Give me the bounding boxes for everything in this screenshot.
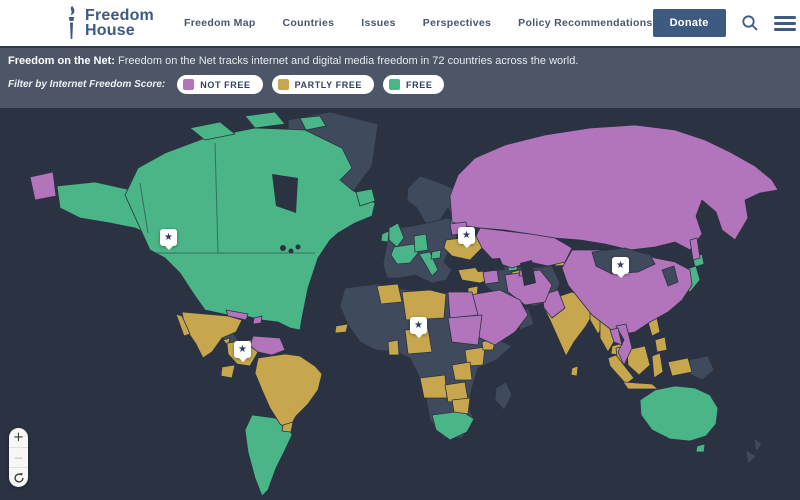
main-nav: Freedom Map Countries Issues Perspective… bbox=[184, 17, 653, 29]
world-map-container: ★ ★ ★ ★ ★ + − bbox=[0, 108, 800, 500]
logo-line2: House bbox=[85, 23, 154, 38]
map-marker-united-states[interactable]: ★ bbox=[160, 229, 177, 246]
nav-policy-recommendations[interactable]: Policy Recommendations bbox=[518, 17, 652, 29]
map-zoom-control: + − bbox=[9, 428, 28, 487]
zoom-in-button[interactable]: + bbox=[9, 428, 28, 447]
nav-perspectives[interactable]: Perspectives bbox=[423, 17, 491, 29]
logo-line1: Freedom bbox=[85, 8, 154, 23]
menu-icon[interactable] bbox=[774, 16, 796, 31]
map-marker-mongolia[interactable]: ★ bbox=[612, 257, 629, 274]
star-marker-icon: ★ bbox=[238, 345, 247, 355]
banner-text: Freedom on the Net tracks internet and d… bbox=[118, 55, 578, 67]
donate-button[interactable]: Donate bbox=[653, 9, 726, 37]
filter-free[interactable]: FREE bbox=[383, 75, 444, 94]
not-free-swatch-icon bbox=[183, 79, 194, 90]
zoom-out-button[interactable]: − bbox=[9, 448, 28, 467]
reset-zoom-button[interactable] bbox=[9, 468, 28, 487]
free-label: FREE bbox=[406, 80, 432, 90]
not-free-label: NOT FREE bbox=[200, 80, 250, 90]
map-marker-ukraine[interactable]: ★ bbox=[458, 227, 475, 244]
search-icon[interactable] bbox=[741, 14, 759, 32]
nav-freedom-map[interactable]: Freedom Map bbox=[184, 17, 256, 29]
star-marker-icon: ★ bbox=[414, 321, 423, 331]
free-swatch-icon bbox=[389, 79, 400, 90]
map-marker-nigeria[interactable]: ★ bbox=[410, 317, 427, 334]
star-marker-icon: ★ bbox=[164, 233, 173, 243]
star-marker-icon: ★ bbox=[462, 231, 471, 241]
map-marker-colombia[interactable]: ★ bbox=[234, 341, 251, 358]
banner-title: Freedom on the Net: bbox=[8, 55, 115, 67]
partly-free-swatch-icon bbox=[278, 79, 289, 90]
torch-icon bbox=[62, 6, 80, 40]
star-marker-icon: ★ bbox=[616, 261, 625, 271]
nav-countries[interactable]: Countries bbox=[283, 17, 335, 29]
nav-issues[interactable]: Issues bbox=[361, 17, 396, 29]
filter-not-free[interactable]: NOT FREE bbox=[177, 75, 262, 94]
site-header: Freedom House Freedom Map Countries Issu… bbox=[0, 0, 800, 46]
map-subheader: Freedom on the Net: Freedom on the Net t… bbox=[0, 46, 800, 108]
partly-free-label: PARTLY FREE bbox=[295, 80, 362, 90]
filter-label: Filter by Internet Freedom Score: bbox=[8, 79, 165, 90]
banner: Freedom on the Net: Freedom on the Net t… bbox=[8, 54, 792, 68]
filter-partly-free[interactable]: PARTLY FREE bbox=[272, 75, 374, 94]
reset-zoom-icon bbox=[13, 472, 25, 484]
filter-bar: Filter by Internet Freedom Score: NOT FR… bbox=[8, 75, 792, 94]
freedom-house-logo[interactable]: Freedom House bbox=[62, 6, 154, 40]
world-map[interactable] bbox=[0, 108, 800, 500]
